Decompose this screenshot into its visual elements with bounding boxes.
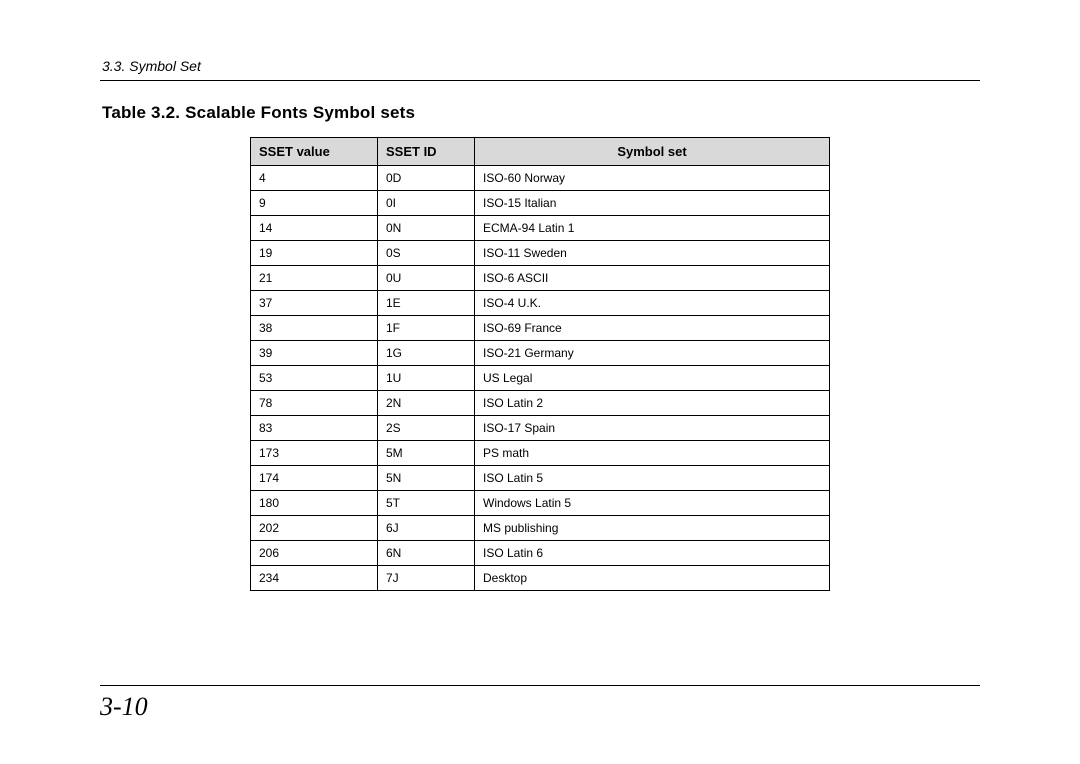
- cell-sset-id: 7J: [378, 566, 475, 591]
- cell-symbol-set: ISO-69 France: [475, 316, 830, 341]
- cell-symbol-set: ISO Latin 2: [475, 391, 830, 416]
- cell-symbol-set: ISO-6 ASCII: [475, 266, 830, 291]
- table-row: 1735MPS math: [251, 441, 830, 466]
- cell-symbol-set: ISO-60 Norway: [475, 166, 830, 191]
- cell-sset-value: 4: [251, 166, 378, 191]
- cell-sset-value: 53: [251, 366, 378, 391]
- table-row: 381FISO-69 France: [251, 316, 830, 341]
- cell-sset-value: 202: [251, 516, 378, 541]
- cell-sset-id: 2S: [378, 416, 475, 441]
- table-row: 832SISO-17 Spain: [251, 416, 830, 441]
- cell-sset-value: 38: [251, 316, 378, 341]
- table-row: 2026JMS publishing: [251, 516, 830, 541]
- cell-symbol-set: ECMA-94 Latin 1: [475, 216, 830, 241]
- cell-symbol-set: ISO Latin 6: [475, 541, 830, 566]
- cell-sset-value: 180: [251, 491, 378, 516]
- cell-sset-value: 21: [251, 266, 378, 291]
- cell-sset-value: 234: [251, 566, 378, 591]
- cell-sset-value: 9: [251, 191, 378, 216]
- table-row: 531UUS Legal: [251, 366, 830, 391]
- table-row: 40DISO-60 Norway: [251, 166, 830, 191]
- table-header-row: SSET value SSET ID Symbol set: [251, 138, 830, 166]
- cell-symbol-set: ISO Latin 5: [475, 466, 830, 491]
- col-header-symbol-set: Symbol set: [475, 138, 830, 166]
- col-header-sset-id: SSET ID: [378, 138, 475, 166]
- table-row: 140NECMA-94 Latin 1: [251, 216, 830, 241]
- table-row: 1805TWindows Latin 5: [251, 491, 830, 516]
- cell-sset-value: 83: [251, 416, 378, 441]
- cell-sset-id: 1U: [378, 366, 475, 391]
- table-row: 1745NISO Latin 5: [251, 466, 830, 491]
- table-row: 2066NISO Latin 6: [251, 541, 830, 566]
- cell-sset-id: 2N: [378, 391, 475, 416]
- cell-symbol-set: Windows Latin 5: [475, 491, 830, 516]
- cell-symbol-set: US Legal: [475, 366, 830, 391]
- cell-symbol-set: ISO-15 Italian: [475, 191, 830, 216]
- cell-symbol-set: ISO-21 Germany: [475, 341, 830, 366]
- cell-sset-id: 5M: [378, 441, 475, 466]
- page-number: 3-10: [100, 692, 148, 722]
- cell-sset-id: 0N: [378, 216, 475, 241]
- cell-sset-value: 19: [251, 241, 378, 266]
- cell-sset-id: 1E: [378, 291, 475, 316]
- cell-symbol-set: PS math: [475, 441, 830, 466]
- cell-sset-id: 5T: [378, 491, 475, 516]
- table-row: 371EISO-4 U.K.: [251, 291, 830, 316]
- cell-symbol-set: ISO-4 U.K.: [475, 291, 830, 316]
- cell-symbol-set: ISO-17 Spain: [475, 416, 830, 441]
- cell-sset-id: 0D: [378, 166, 475, 191]
- header-rule: [100, 80, 980, 81]
- footer-rule: [100, 685, 980, 686]
- cell-sset-id: 0S: [378, 241, 475, 266]
- cell-symbol-set: ISO-11 Sweden: [475, 241, 830, 266]
- cell-sset-id: 1F: [378, 316, 475, 341]
- table-row: 190SISO-11 Sweden: [251, 241, 830, 266]
- table-row: 90IISO-15 Italian: [251, 191, 830, 216]
- cell-symbol-set: MS publishing: [475, 516, 830, 541]
- col-header-sset-value: SSET value: [251, 138, 378, 166]
- cell-symbol-set: Desktop: [475, 566, 830, 591]
- cell-sset-id: 0I: [378, 191, 475, 216]
- cell-sset-id: 6N: [378, 541, 475, 566]
- section-header: 3.3. Symbol Set: [102, 58, 980, 74]
- cell-sset-id: 6J: [378, 516, 475, 541]
- table-row: 210UISO-6 ASCII: [251, 266, 830, 291]
- cell-sset-id: 5N: [378, 466, 475, 491]
- table-title: Table 3.2. Scalable Fonts Symbol sets: [102, 103, 980, 123]
- cell-sset-value: 14: [251, 216, 378, 241]
- cell-sset-value: 206: [251, 541, 378, 566]
- table-row: 391GISO-21 Germany: [251, 341, 830, 366]
- table-body: 40DISO-60 Norway90IISO-15 Italian140NECM…: [251, 166, 830, 591]
- cell-sset-id: 0U: [378, 266, 475, 291]
- table-row: 2347JDesktop: [251, 566, 830, 591]
- table-row: 782NISO Latin 2: [251, 391, 830, 416]
- table-container: SSET value SSET ID Symbol set 40DISO-60 …: [250, 137, 830, 591]
- cell-sset-value: 173: [251, 441, 378, 466]
- cell-sset-value: 39: [251, 341, 378, 366]
- document-page: 3.3. Symbol Set Table 3.2. Scalable Font…: [0, 0, 1080, 764]
- cell-sset-value: 78: [251, 391, 378, 416]
- symbol-sets-table: SSET value SSET ID Symbol set 40DISO-60 …: [250, 137, 830, 591]
- cell-sset-value: 37: [251, 291, 378, 316]
- cell-sset-value: 174: [251, 466, 378, 491]
- cell-sset-id: 1G: [378, 341, 475, 366]
